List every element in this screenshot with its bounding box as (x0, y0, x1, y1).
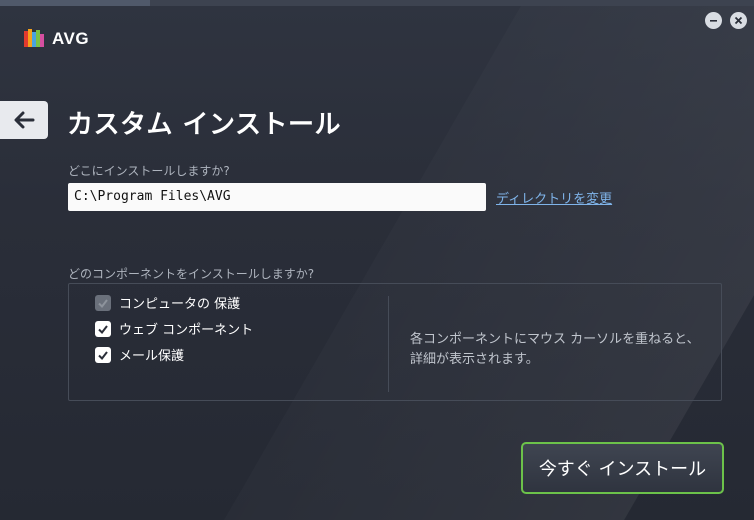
checkmark-icon (98, 350, 108, 360)
panel-divider (388, 296, 389, 392)
component-computer-protection[interactable]: コンピュータの 保護 (95, 293, 240, 312)
component-label: コンピュータの 保護 (119, 297, 241, 312)
install-now-button[interactable]: 今すぐ インストール (521, 442, 724, 494)
avg-logo-icon (24, 29, 44, 47)
back-button[interactable] (0, 101, 48, 139)
close-icon (734, 16, 743, 25)
back-arrow-icon (14, 111, 35, 129)
brand-name: AVG (52, 29, 90, 48)
component-checkbox[interactable] (95, 294, 111, 311)
component-email-protection[interactable]: メール保護 (95, 345, 184, 364)
components-panel: コンピュータの 保護 ウェブ コンポーネント メール保護 各コンポーネントにマウ… (68, 283, 722, 401)
change-directory-link[interactable]: ディレクトリを変更 (496, 188, 612, 207)
close-button[interactable] (730, 12, 747, 29)
avg-logo: AVG (22, 27, 89, 51)
checkmark-icon (98, 324, 108, 334)
page-title: カスタム インストール (67, 110, 342, 140)
minimize-icon (710, 20, 717, 22)
top-strip-segment (0, 0, 150, 6)
install-path-input[interactable]: C:\Program Files\AVG (68, 183, 486, 211)
components-label: どのコンポーネントをインストールしますか? (68, 267, 315, 281)
component-label: ウェブ コンポーネント (119, 323, 254, 338)
component-checkbox[interactable] (95, 320, 111, 337)
hint-line: 各コンポーネントにマウス カーソルを重ねると、 (410, 332, 700, 347)
component-label: メール保護 (119, 349, 185, 364)
installer-window: AVG カスタム インストール どこにインストールしますか? C:\Progra… (0, 0, 754, 520)
checkmark-icon (98, 298, 108, 308)
component-web-components[interactable]: ウェブ コンポーネント (95, 319, 253, 338)
component-hint-text: 各コンポーネントにマウス カーソルを重ねると、 詳細が表示されます。 (410, 330, 710, 370)
top-strip (0, 0, 754, 6)
component-checkbox[interactable] (95, 346, 111, 363)
hint-line: 詳細が表示されます。 (410, 352, 539, 367)
install-location-label: どこにインストールしますか? (68, 164, 230, 178)
minimize-button[interactable] (705, 12, 722, 29)
